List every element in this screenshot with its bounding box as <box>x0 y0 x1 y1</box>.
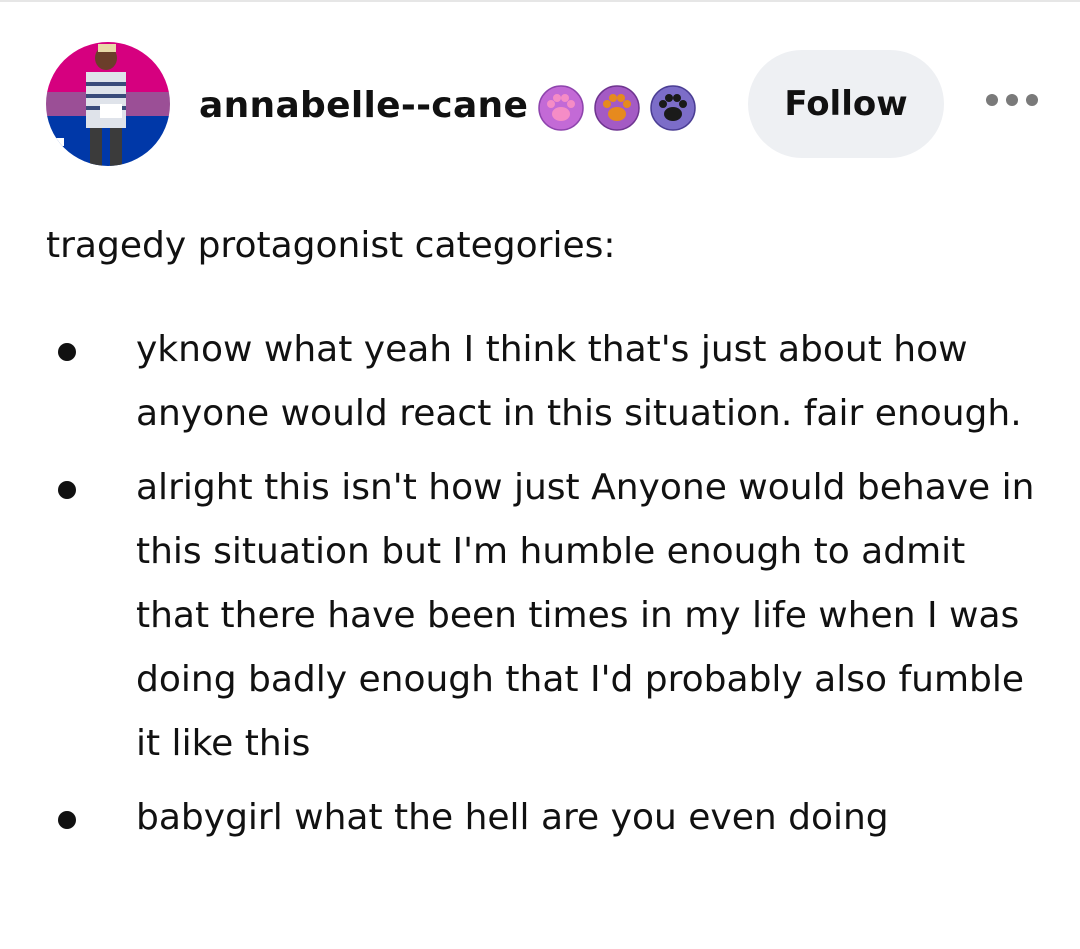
list-item: yknow what yeah I think that's just abou… <box>0 318 1036 446</box>
bullet-icon <box>58 811 76 829</box>
paw-badge-pink-icon[interactable] <box>538 85 584 131</box>
list-item-text: yknow what yeah I think that's just abou… <box>136 329 1022 434</box>
list-item: alright this isn't how just Anyone would… <box>0 456 1036 776</box>
top-divider <box>0 0 1080 2</box>
bullet-icon <box>58 481 76 499</box>
author-avatar[interactable] <box>46 42 170 166</box>
author-username[interactable]: annabelle--cane <box>199 84 528 128</box>
ellipsis-dot-icon <box>1026 94 1038 106</box>
paw-badge-dark-icon[interactable] <box>650 85 696 131</box>
list-item-text: alright this isn't how just Anyone would… <box>136 467 1035 764</box>
post-header: annabelle--cane Follow <box>46 42 1046 172</box>
ellipsis-dot-icon <box>1006 94 1018 106</box>
bullet-icon <box>58 343 76 361</box>
list-item: babygirl what the hell are you even doin… <box>0 786 1036 850</box>
more-options-button[interactable] <box>986 88 1038 112</box>
ellipsis-dot-icon <box>986 94 998 106</box>
paw-badge-orange-icon[interactable] <box>594 85 640 131</box>
follow-button[interactable]: Follow <box>748 50 944 158</box>
badge-group <box>538 85 696 131</box>
post-bullet-list: yknow what yeah I think that's just abou… <box>0 318 1036 860</box>
post-intro-text: tragedy protagonist categories: <box>46 225 616 266</box>
avatar-image <box>46 42 170 166</box>
list-item-text: babygirl what the hell are you even doin… <box>136 797 889 838</box>
